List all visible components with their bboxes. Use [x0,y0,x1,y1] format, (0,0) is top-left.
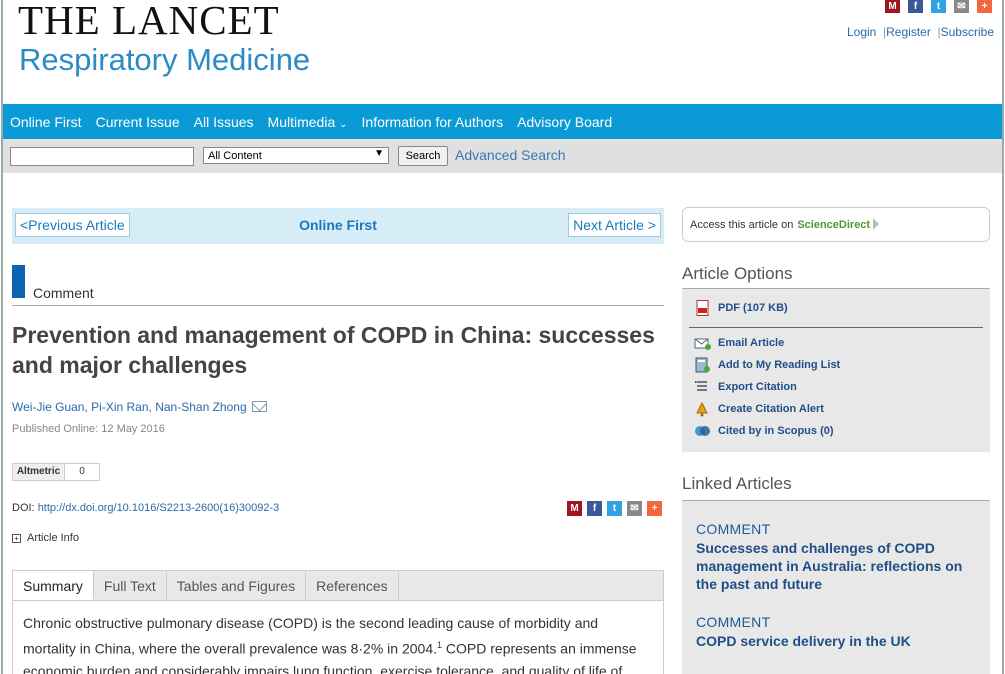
journal-logo[interactable]: THE LANCET [18,0,280,44]
dropdown-arrow-icon: ▼ [374,148,384,159]
arrow-right-icon [873,218,880,230]
author-list: Wei-Jie Guan, Pi-Xin Ran, Nan-Shan Zhong [12,400,267,414]
main-nav: Online First Current Issue All Issues Mu… [3,104,1002,139]
author-link[interactable]: Nan-Shan Zhong [155,400,246,414]
cited-by-scopus-link[interactable]: Cited by in Scopus (0) [694,423,834,439]
linked-articles-heading: Linked Articles [682,474,792,493]
advanced-search-link[interactable]: Advanced Search [455,147,566,163]
altmetric-score: 0 [79,466,85,477]
summary-text: Chronic obstructive pulmonary disease (C… [23,612,653,674]
sciencedirect-access[interactable]: Access this article on ScienceDirect [682,207,990,242]
author-link[interactable]: Wei-Jie Guan [12,400,84,414]
linked-article-link[interactable]: COPD service delivery in the UK [696,632,971,650]
share-toolbar-article: M f t ✉ + [567,501,662,516]
linked-article-category: COMMENT [696,614,771,630]
published-date: Published Online: 12 May 2016 [12,423,165,435]
reading-list-icon [694,357,711,373]
article-type: Comment [33,285,94,301]
article-options-heading: Article Options [682,264,793,283]
author-separator: , [148,400,152,414]
doi-label: DOI: [12,502,35,514]
citation-alert-icon [694,401,711,417]
share-toolbar-top: M f t ✉ + [885,0,992,13]
nav-multimedia-label: Multimedia [267,113,336,130]
article-navigation: <Previous Article Online First Next Arti… [12,208,664,244]
subscribe-link[interactable]: Subscribe [941,25,994,39]
next-article-button[interactable]: Next Article > [568,213,661,237]
author-email-icon[interactable] [251,401,267,412]
scopus-icon [694,423,711,439]
linked-article-category: COMMENT [696,521,771,537]
export-citation-link[interactable]: Export Citation [694,379,797,395]
pdf-icon [694,300,711,316]
option-label: Email Article [718,337,785,349]
page-frame: THE LANCET Respiratory Medicine M f t ✉ … [1,0,1004,674]
altmetric-badge[interactable]: Altmetric 0 [12,463,100,481]
journal-subtitle[interactable]: Respiratory Medicine [19,42,310,78]
user-links: Login |Register |Subscribe [847,25,994,39]
author-separator: , [84,400,88,414]
addthis-icon[interactable]: + [977,0,992,13]
email-icon[interactable]: ✉ [627,501,642,516]
option-label: Export Citation [718,381,797,393]
linked-articles-panel: COMMENT Successes and challenges of COPD… [682,501,990,674]
option-label: Add to My Reading List [718,359,841,371]
expand-icon: + [12,534,21,543]
email-article-icon [694,335,711,351]
nav-online-first[interactable]: Online First [10,114,82,130]
export-citation-icon [694,379,711,395]
altmetric-logo: Altmetric [13,464,65,480]
doi: DOI: http://dx.doi.org/10.1016/S2213-260… [12,502,279,514]
tab-tables-and-figures[interactable]: Tables and Figures [167,571,307,600]
mendeley-icon[interactable]: M [567,501,582,516]
search-button[interactable]: Search [398,146,448,166]
search-bar: All Content ▼ Search Advanced Search [3,139,1002,173]
search-input[interactable] [10,147,194,166]
article-type-marker [12,265,25,298]
mendeley-icon[interactable]: M [885,0,900,13]
email-article-link[interactable]: Email Article [694,335,784,351]
option-label: Cited by in Scopus (0) [718,425,834,437]
email-icon[interactable]: ✉ [954,0,969,13]
nav-all-issues[interactable]: All Issues [194,114,254,130]
search-scope-value: All Content [208,150,262,162]
nav-current-issue[interactable]: Current Issue [96,114,180,130]
create-citation-alert-link[interactable]: Create Citation Alert [694,401,824,417]
divider [689,327,983,328]
facebook-icon[interactable]: f [908,0,923,13]
article-info-label: Article Info [27,532,79,544]
doi-link[interactable]: http://dx.doi.org/10.1016/S2213-2600(16)… [38,502,280,514]
linked-article-link[interactable]: Successes and challenges of COPD managem… [696,539,971,593]
option-label: PDF (107 KB) [718,302,788,314]
article-options-panel: PDF (107 KB) Email Article Add to My Rea… [682,289,990,452]
login-link[interactable]: Login [847,25,876,39]
nav-multimedia[interactable]: Multimedia ⌄ [268,114,348,130]
facebook-icon[interactable]: f [587,501,602,516]
option-label: Create Citation Alert [718,403,824,415]
twitter-icon[interactable]: t [931,0,946,13]
sciencedirect-link[interactable]: ScienceDirect [797,219,870,231]
search-scope-select[interactable]: All Content ▼ [203,147,389,164]
author-link[interactable]: Pi-Xin Ran [91,400,148,414]
nav-information-for-authors[interactable]: Information for Authors [362,114,504,130]
online-first-link[interactable]: Online First [12,217,664,233]
tab-summary[interactable]: Summary [13,571,94,600]
chevron-down-icon: ⌄ [339,118,348,130]
article-info-toggle[interactable]: + Article Info [12,532,79,544]
tab-full-text[interactable]: Full Text [94,571,167,600]
register-link[interactable]: Register [886,25,931,39]
article-tabs: Summary Full Text Tables and Figures Ref… [12,570,664,601]
addthis-icon[interactable]: + [647,501,662,516]
nav-advisory-board[interactable]: Advisory Board [517,114,612,130]
add-to-reading-list-link[interactable]: Add to My Reading List [694,357,840,373]
twitter-icon[interactable]: t [607,501,622,516]
tab-references[interactable]: References [306,571,399,600]
divider [12,305,664,306]
access-prefix: Access this article on [690,219,794,231]
pdf-download-link[interactable]: PDF (107 KB) [694,300,788,316]
article-title: Prevention and management of COPD in Chi… [12,322,655,378]
